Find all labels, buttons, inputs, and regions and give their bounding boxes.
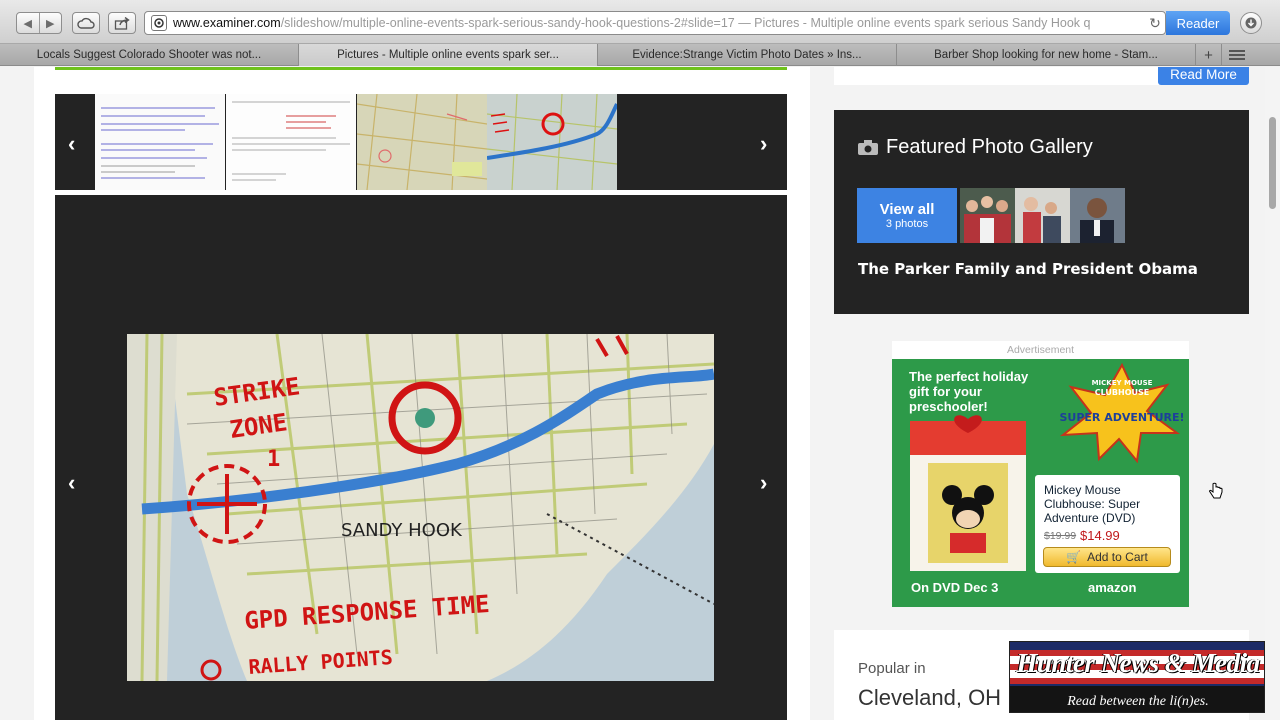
product-title[interactable]: Mickey Mouse Clubhouse: Super Adventure …: [1044, 483, 1174, 525]
sidebar: Read More Featured Photo Gallery View al…: [812, 67, 1280, 720]
ad-brand-title: SUPER ADVENTURE!: [1059, 411, 1184, 424]
cloud-icon: [77, 17, 95, 29]
cart-icon: 🛒: [1066, 550, 1082, 564]
read-more-button[interactable]: Read More: [1158, 67, 1249, 85]
add-to-cart-button[interactable]: 🛒 Add to Cart: [1043, 547, 1171, 567]
document-thumbnail-image: [226, 94, 356, 190]
featured-photo-gallery: Featured Photo Gallery View all 3 photos: [834, 110, 1249, 314]
examiner-logo-icon: [154, 18, 164, 28]
thumbnail-map-1[interactable]: [357, 94, 487, 190]
share-icon: [114, 16, 130, 30]
watermark-tagline: Read between the li(n)es.: [1067, 694, 1209, 709]
thumbnail-document-1[interactable]: [95, 94, 225, 190]
popular-city[interactable]: Cleveland, OH: [858, 685, 1001, 711]
browser-window: ◀ ▶ www.examiner.com/slideshow/multiple-…: [0, 0, 1280, 720]
gallery-heading: Featured Photo Gallery: [858, 136, 1093, 159]
reader-button[interactable]: Reader: [1166, 11, 1230, 35]
tab-colorado-shooter[interactable]: Locals Suggest Colorado Shooter was not.…: [0, 44, 299, 66]
document-thumbnail-image: [95, 94, 225, 190]
history-buttons: ◀ ▶: [16, 12, 62, 34]
slideshow-column: ‹ › ‹ › STRIKE ZONE 1 SANDY HOOK GPD RES…: [34, 67, 810, 720]
watermark-title: Hunter News & Media: [1016, 648, 1260, 678]
back-button[interactable]: ◀: [17, 13, 39, 33]
ad-brand-line2: CLUBHOUSE: [1095, 388, 1150, 397]
download-icon: [1245, 17, 1257, 29]
ad-brand-line1: MICKEY MOUSE: [1092, 379, 1153, 387]
tab-strange-victim-photo-dates[interactable]: Evidence:Strange Victim Photo Dates » In…: [598, 44, 897, 66]
amazon-logo: amazon: [1088, 580, 1137, 595]
new-tab-button[interactable]: +: [1196, 44, 1222, 66]
gallery-photo-3[interactable]: [1070, 188, 1125, 243]
tab-sandy-hook-pictures[interactable]: Pictures - Multiple online events spark …: [299, 44, 598, 66]
map-sandy-hook-label: SANDY HOOK: [341, 520, 463, 541]
sandy-hook-map-photo: STRIKE ZONE 1 SANDY HOOK GPD RESPONSE TI…: [127, 334, 714, 681]
url-path: /slideshow/multiple-online-events-spark-…: [280, 16, 735, 30]
url-host: www.examiner.com: [173, 16, 281, 30]
president-photo-thumbnail: [1070, 188, 1125, 243]
family-photo-thumbnail: [960, 188, 1015, 243]
share-button[interactable]: [108, 12, 136, 34]
sale-price: $14.99: [1080, 528, 1120, 543]
gallery-photo-2[interactable]: [1015, 188, 1070, 243]
family-photo-thumbnail: [1015, 188, 1070, 243]
downloads-button[interactable]: [1240, 12, 1262, 34]
thumbnails-prev-arrow-icon[interactable]: ‹: [68, 133, 75, 155]
hunter-news-media-watermark: Hunter News & Media Read between the li(…: [1009, 641, 1265, 713]
forward-arrow-icon: ▶: [46, 17, 55, 30]
back-arrow-icon: ◀: [23, 17, 32, 30]
popular-in-label: Popular in: [858, 660, 926, 677]
scrollbar-thumb[interactable]: [1269, 117, 1276, 209]
icloud-tabs-button[interactable]: [72, 12, 100, 34]
view-all-label: View all: [879, 201, 935, 218]
map-thumbnail-image: [487, 94, 617, 190]
section-accent-bar: [55, 67, 787, 70]
old-price: $19.99: [1044, 530, 1077, 542]
tab-overview-button[interactable]: [1222, 44, 1252, 66]
forward-button[interactable]: ▶: [38, 13, 62, 33]
view-all-photos-button[interactable]: View all 3 photos: [857, 188, 957, 243]
gallery-caption[interactable]: The Parker Family and President Obama: [858, 260, 1198, 278]
add-to-cart-label: Add to Cart: [1087, 550, 1148, 564]
thumbnail-document-2[interactable]: [226, 94, 356, 190]
web-page: ‹ › ‹ › STRIKE ZONE 1 SANDY HOOK GPD RES…: [0, 67, 1280, 720]
photo-count: 3 photos: [885, 218, 929, 230]
map-thumbnail-image: [357, 94, 487, 190]
thumbnails-next-arrow-icon[interactable]: ›: [760, 133, 767, 155]
svg-text:1: 1: [267, 447, 280, 472]
camera-icon: [858, 140, 878, 155]
next-slide-arrow-icon[interactable]: ›: [760, 472, 767, 494]
url-text: www.examiner.com/slideshow/multiple-onli…: [173, 16, 1145, 30]
dvd-box-art-image: [910, 415, 1026, 571]
gallery-photo-1[interactable]: [960, 188, 1015, 243]
site-favicon: [151, 15, 167, 31]
thumbnail-map-strike-zone[interactable]: [487, 94, 617, 190]
advertisement-label: Advertisement: [892, 341, 1189, 359]
slide-viewer: ‹ › STRIKE ZONE 1 SANDY HOOK GPD RESPONS…: [55, 195, 787, 720]
page-scrollbar[interactable]: [1265, 67, 1280, 720]
product-card: Mickey Mouse Clubhouse: Super Adventure …: [1035, 475, 1180, 573]
amazon-dvd-advertisement[interactable]: The perfect holiday gift for your presch…: [892, 359, 1189, 607]
address-bar[interactable]: www.examiner.com/slideshow/multiple-onli…: [144, 11, 1166, 35]
gallery-title: Featured Photo Gallery: [886, 136, 1093, 158]
super-adventure-logo-icon: MICKEY MOUSE CLUBHOUSE SUPER ADVENTURE!: [1059, 363, 1185, 463]
annotated-map-image: STRIKE ZONE 1 SANDY HOOK GPD RESPONSE TI…: [127, 334, 714, 681]
list-icon: [1229, 50, 1245, 60]
tab-bar: Locals Suggest Colorado Shooter was not.…: [0, 44, 1280, 66]
thumbnail-strip: ‹ ›: [55, 94, 787, 190]
release-date-line: On DVD Dec 3: [911, 580, 999, 595]
tab-barber-shop[interactable]: Barber Shop looking for new home - Stam.…: [897, 44, 1196, 66]
url-page-title: — Pictures - Multiple online events spar…: [734, 16, 1091, 30]
browser-toolbar: ◀ ▶ www.examiner.com/slideshow/multiple-…: [0, 0, 1280, 44]
ad-headline: The perfect holiday gift for your presch…: [909, 369, 1029, 414]
reload-icon[interactable]: ↻: [1145, 15, 1165, 32]
prev-slide-arrow-icon[interactable]: ‹: [68, 472, 75, 494]
hand-pointer-cursor-icon: [1209, 482, 1223, 499]
